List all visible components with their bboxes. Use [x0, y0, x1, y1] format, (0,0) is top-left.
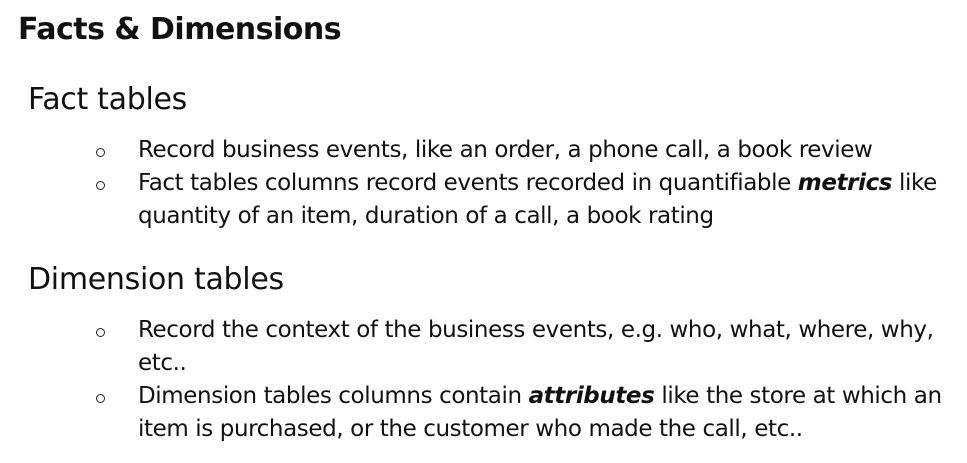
list-item: Record business events, like an order, a… — [96, 134, 962, 167]
hollow-circle-bullet-icon — [96, 394, 105, 403]
dimension-tables-bullet-list: Record the context of the business event… — [96, 314, 962, 446]
bullet-text: Dimension tables columns contain — [138, 383, 529, 409]
section-heading-dimension-tables: Dimension tables — [28, 262, 284, 297]
list-item: Fact tables columns record events record… — [96, 167, 962, 233]
hollow-circle-bullet-icon — [96, 181, 105, 190]
bullet-text: Fact tables columns record events record… — [138, 170, 798, 196]
emphasized-term-attributes: attributes — [528, 383, 655, 409]
page-title: Facts & Dimensions — [18, 12, 342, 47]
section-heading-fact-tables: Fact tables — [28, 82, 187, 117]
emphasized-term-metrics: metrics — [797, 170, 893, 196]
slide-page: Facts & Dimensions Fact tables Record bu… — [0, 0, 967, 463]
bullet-text: Record the context of the business event… — [138, 317, 934, 376]
list-item: Dimension tables columns contain attribu… — [96, 380, 962, 446]
hollow-circle-bullet-icon — [96, 328, 105, 337]
list-item: Record the context of the business event… — [96, 314, 962, 380]
bullet-text: Record business events, like an order, a… — [138, 137, 873, 163]
fact-tables-bullet-list: Record business events, like an order, a… — [96, 134, 962, 233]
hollow-circle-bullet-icon — [96, 148, 105, 157]
